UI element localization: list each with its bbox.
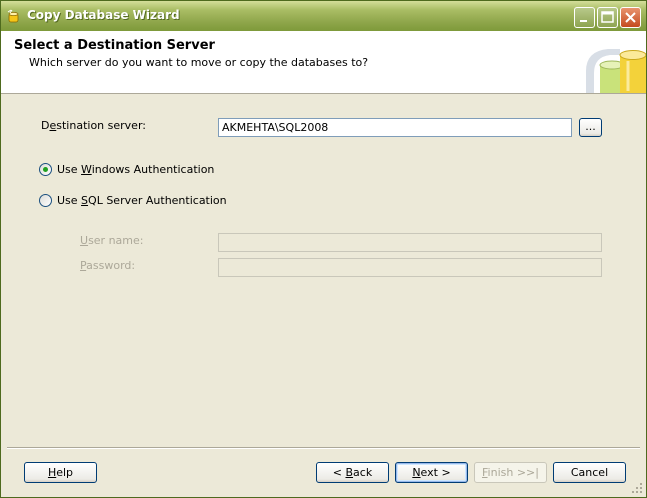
close-icon [625, 12, 636, 23]
destination-server-label: Destination server: [41, 119, 146, 132]
label-text-part: Use [57, 194, 82, 207]
copy-database-wizard-window: Copy Database Wizard Select a Destinatio… [0, 0, 647, 498]
maximize-icon [601, 11, 614, 23]
access-key: B [345, 466, 354, 479]
windows-auth-radio[interactable] [39, 163, 52, 176]
page-title: Select a Destination Server [14, 38, 215, 53]
browse-button[interactable]: ... [579, 118, 602, 137]
password-input[interactable] [218, 258, 602, 277]
button-text-part: ext > [420, 466, 451, 479]
username-label: User name: [80, 234, 143, 247]
page-subtitle: Which server do you want to move or copy… [29, 56, 369, 69]
access-key: U [80, 234, 89, 247]
windows-auth-label[interactable]: Use Windows Authentication [57, 163, 214, 176]
radio-selected-dot [43, 167, 48, 172]
cancel-button[interactable]: Cancel [553, 462, 626, 483]
back-button[interactable]: < Back [316, 462, 389, 483]
wizard-header: Select a Destination Server Which server… [1, 31, 646, 94]
sql-auth-label[interactable]: Use SQL Server Authentication [57, 194, 227, 207]
resize-grip-icon[interactable] [631, 482, 643, 494]
sql-auth-radio[interactable] [39, 194, 52, 207]
label-text-part: assword: [86, 259, 136, 272]
password-label: Password: [80, 259, 135, 272]
title-bar[interactable]: Copy Database Wizard [1, 1, 646, 31]
help-button[interactable]: Help [24, 462, 97, 483]
close-button[interactable] [620, 7, 641, 28]
access-key: W [81, 163, 92, 176]
label-text-part: stination server: [56, 119, 146, 132]
label-text-part: indows Authentication [91, 163, 215, 176]
footer-separator [7, 447, 640, 449]
access-key: N [412, 466, 421, 479]
minimize-button[interactable] [574, 7, 595, 28]
label-text-part: ser name: [88, 234, 144, 247]
button-text-part: ack [353, 466, 373, 479]
button-text-part: elp [56, 466, 74, 479]
username-input[interactable] [218, 233, 602, 252]
wizard-app-icon [7, 9, 19, 23]
label-text-part: Use [57, 163, 82, 176]
finish-button[interactable]: Finish >>| [474, 462, 547, 483]
maximize-button[interactable] [597, 7, 618, 28]
button-text-part: < [332, 466, 346, 479]
minimize-icon [580, 20, 587, 22]
access-key: H [47, 466, 57, 479]
next-button[interactable]: Next > [395, 462, 468, 483]
button-text-part: inish >>| [487, 466, 539, 479]
database-cylinder-icon [586, 49, 646, 93]
window-title: Copy Database Wizard [27, 8, 180, 22]
access-key: S [81, 194, 89, 207]
label-text-part: QL Server Authentication [88, 194, 227, 207]
destination-server-input[interactable]: AKMEHTA\SQL2008 [218, 118, 572, 137]
